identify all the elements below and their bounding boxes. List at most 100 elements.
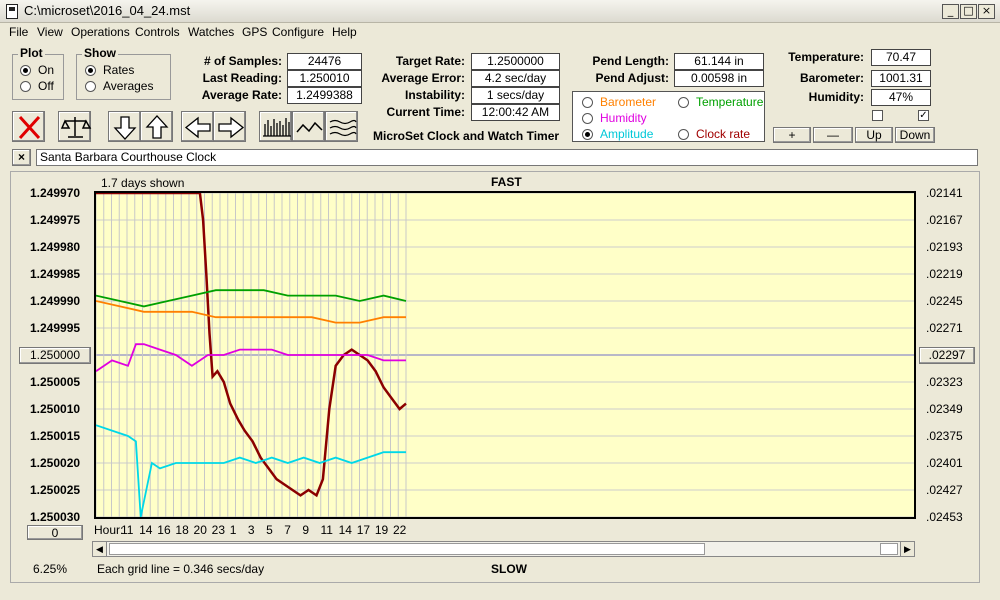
y-tick-right: .02375 <box>926 429 963 443</box>
x-tick: 9 <box>302 523 310 537</box>
y-tick-right: .02219 <box>926 267 963 281</box>
average-error-label: Average Error: <box>381 71 465 85</box>
temperature-label: Temperature: <box>788 50 864 64</box>
x-tick: 19 <box>374 523 389 537</box>
plot-off-radio[interactable] <box>20 81 31 92</box>
down-button[interactable]: Down <box>895 127 935 143</box>
y-tick-left: 1.250015 <box>30 429 81 443</box>
bars-button[interactable] <box>259 111 292 142</box>
menu-help[interactable]: Help <box>332 25 357 39</box>
days-shown-label: 1.7 days shown <box>101 176 185 190</box>
pend-length-label: Pend Length: <box>592 54 669 68</box>
show-averages-radio[interactable] <box>85 81 96 92</box>
x-tick: 7 <box>284 523 291 537</box>
scroll-thumb-right[interactable] <box>880 543 898 555</box>
x-tick: 17 <box>356 523 371 537</box>
y-tick-right: .02141 <box>926 186 963 200</box>
y-tick-left: 1.250010 <box>30 402 81 416</box>
menu-controls[interactable]: Controls <box>135 25 180 39</box>
show-group <box>76 54 171 100</box>
plus-button[interactable]: + <box>773 127 811 143</box>
menu-watches[interactable]: Watches <box>188 25 234 39</box>
bars-icon <box>263 118 291 137</box>
y-tick-left: 1.250020 <box>30 456 81 470</box>
y-tick-right: .02323 <box>926 375 963 389</box>
y-tick-right: .02245 <box>926 294 963 308</box>
last-reading-label: Last Reading: <box>202 71 282 85</box>
y-tick-right: .02453 <box>926 510 963 524</box>
x-tick: 14 <box>338 523 352 537</box>
overlay-amplitude-radio[interactable] <box>582 129 593 140</box>
menu-operations[interactable]: Operations <box>71 25 130 39</box>
target-rate-label: Target Rate: <box>395 54 465 68</box>
center-value-button[interactable]: 1.250000 <box>19 347 91 364</box>
scroll-left-icon[interactable]: ◀ <box>93 542 107 556</box>
plot-group <box>12 54 64 100</box>
plot-area <box>94 191 916 519</box>
y-tick-right: .02427 <box>926 483 963 497</box>
pend-length-value: 61.144 in <box>674 53 764 70</box>
current-time-value: 12:00:42 AM <box>471 104 560 121</box>
minus-button[interactable]: — <box>813 127 853 143</box>
horizontal-scrollbar[interactable]: ◀ ▶ <box>92 541 915 557</box>
plot-on-radio[interactable] <box>20 65 31 76</box>
overlay-humidity-radio[interactable] <box>582 113 593 124</box>
x-tick: 3 <box>247 523 255 537</box>
x-tick: 5 <box>266 523 273 537</box>
menu-gps[interactable]: GPS <box>242 25 267 39</box>
overlay-temperature-radio[interactable] <box>678 97 689 108</box>
multi-wave-button[interactable] <box>325 111 358 142</box>
y-tick-right: .02271 <box>926 321 963 335</box>
close-button[interactable]: × <box>978 4 995 19</box>
scroll-right-icon[interactable]: ▶ <box>900 542 914 556</box>
wave-button[interactable] <box>292 111 325 142</box>
plot-group-title: Plot <box>18 46 45 60</box>
minimize-button[interactable]: _ <box>942 4 959 19</box>
pend-adjust-value: 0.00598 in <box>674 70 764 87</box>
y-tick-right: .02193 <box>926 240 963 254</box>
close-red-x-button[interactable] <box>12 111 45 142</box>
maximize-button[interactable]: □ <box>960 4 977 19</box>
hour-label: Hour: <box>94 523 124 537</box>
plot-on-label: On <box>38 63 55 77</box>
arrow-right-button[interactable] <box>213 111 246 142</box>
plot-off-label: Off <box>38 79 54 93</box>
y-tick-right: .02401 <box>926 456 963 470</box>
arrow-left-button[interactable] <box>181 111 214 142</box>
arrow-down-icon <box>113 116 137 140</box>
watch-name-field[interactable]: Santa Barbara Courthouse Clock <box>36 149 978 166</box>
overlay-clock-rate-label: Clock rate <box>696 127 751 141</box>
arrow-left-icon <box>184 116 211 139</box>
wave-icon <box>296 121 323 133</box>
show-averages-label: Averages <box>103 79 154 93</box>
y-tick-left: 1.249970 <box>30 186 81 200</box>
menu-file[interactable]: File <box>9 25 28 39</box>
percent-label: 6.25% <box>33 562 68 576</box>
up-button[interactable]: Up <box>855 127 893 143</box>
slow-label: SLOW <box>491 562 527 576</box>
arrow-down-button[interactable] <box>108 111 141 142</box>
show-group-title: Show <box>82 46 118 60</box>
overlay-humidity-label: Humidity <box>600 111 647 125</box>
menu-view[interactable]: View <box>37 25 63 39</box>
temperature-value: 70.47 <box>871 49 931 66</box>
multi-wave-icon <box>329 119 357 137</box>
menu-configure[interactable]: Configure <box>272 25 324 39</box>
env-checkbox-1[interactable] <box>872 110 883 121</box>
zero-button[interactable]: 0 <box>27 525 83 540</box>
x-tick: 22 <box>393 523 407 537</box>
overlay-clock-rate-radio[interactable] <box>678 129 689 140</box>
x-tick: 14 <box>139 523 153 537</box>
close-watch-button[interactable]: × <box>12 149 31 166</box>
show-rates-radio[interactable] <box>85 65 96 76</box>
overlay-barometer-radio[interactable] <box>582 97 593 108</box>
env-checkbox-2[interactable]: ✓ <box>918 110 929 121</box>
app-icon <box>6 4 18 19</box>
scroll-thumb[interactable] <box>109 543 705 555</box>
arrow-up-button[interactable] <box>140 111 173 142</box>
show-rates-label: Rates <box>103 63 135 77</box>
pend-adjust-label: Pend Adjust: <box>595 71 669 85</box>
right-center-value-button[interactable]: .02297 <box>919 347 975 364</box>
balance-button[interactable] <box>58 111 92 142</box>
target-rate-value[interactable]: 1.2500000 <box>471 53 560 70</box>
